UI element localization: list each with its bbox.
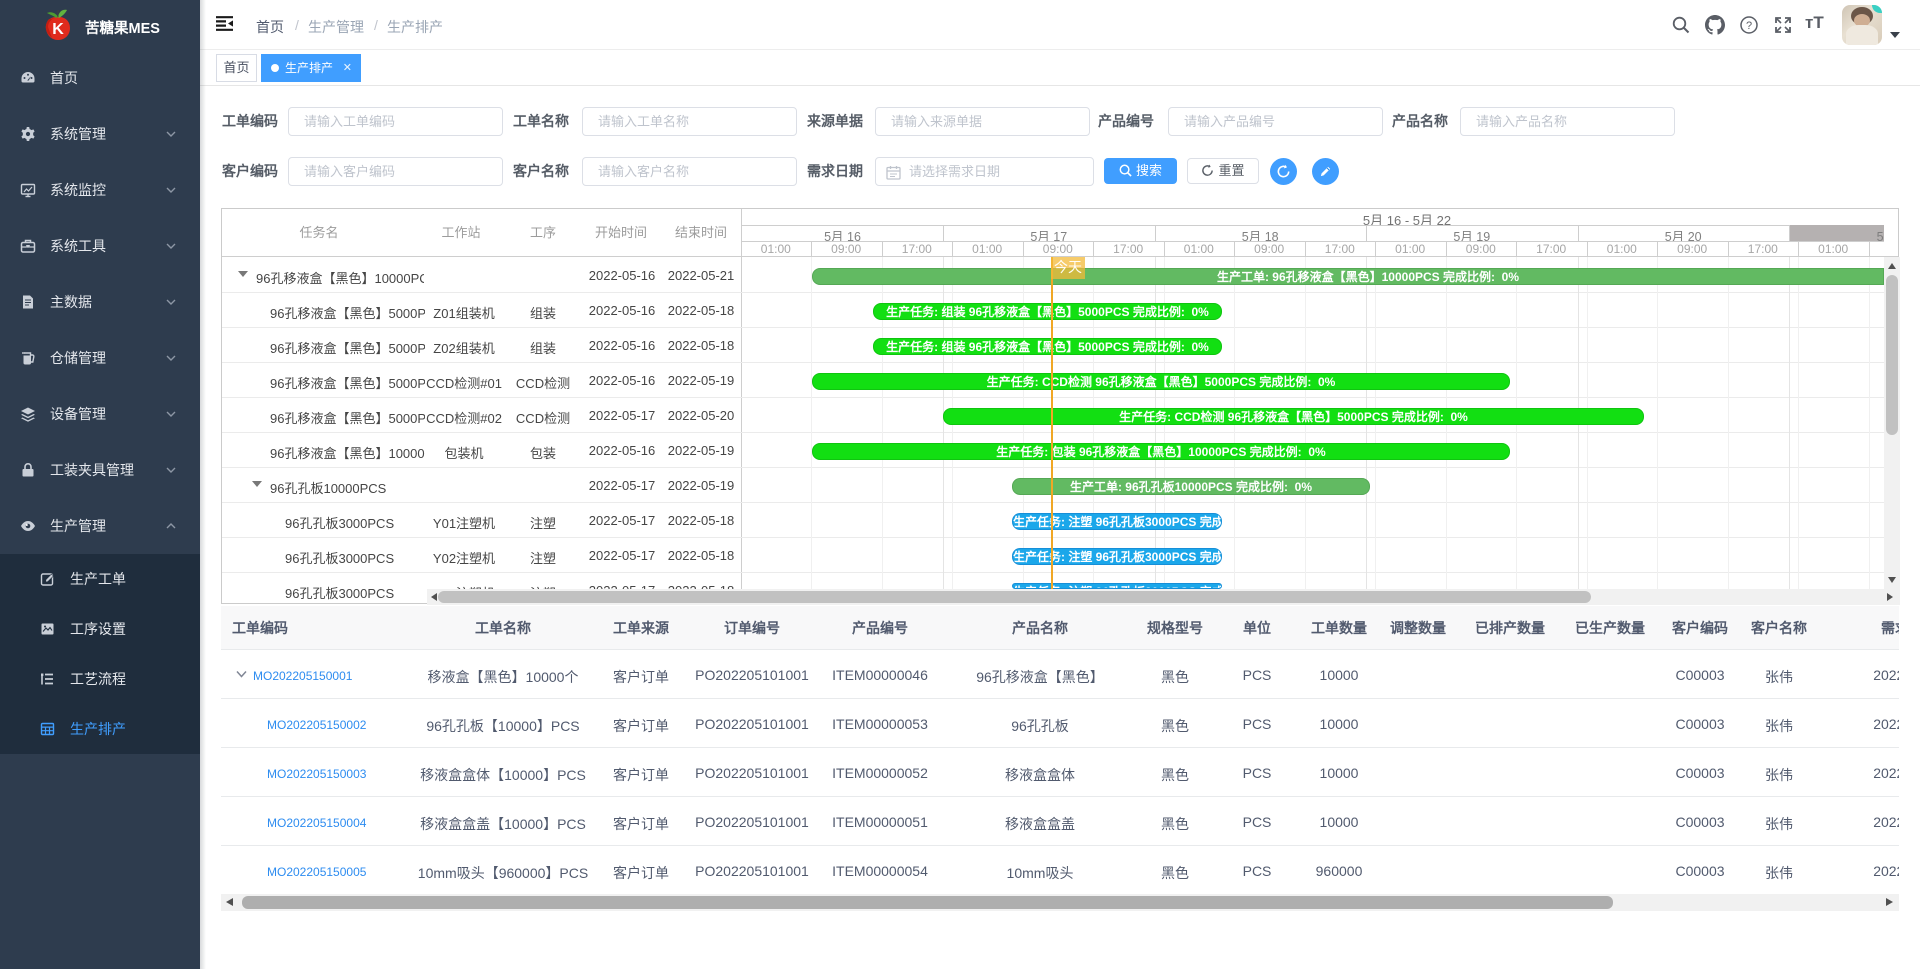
svg-text:?: ? bbox=[1746, 20, 1752, 32]
svg-text:K: K bbox=[52, 21, 64, 38]
